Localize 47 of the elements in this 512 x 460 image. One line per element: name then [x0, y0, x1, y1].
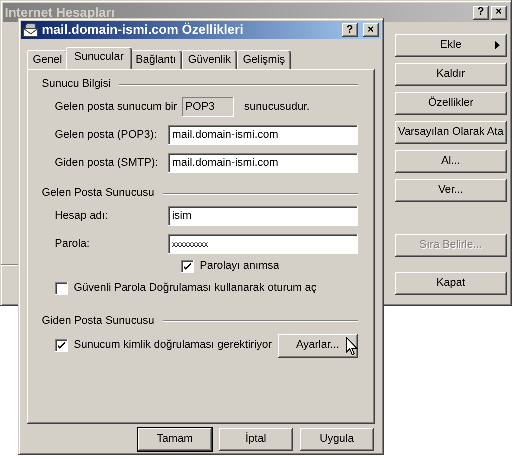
tab[interactable]: Sunucular	[66, 47, 132, 69]
input-field[interactable]: mail.domain-ismi.com	[168, 153, 358, 174]
button[interactable]: Uygula	[300, 428, 374, 451]
button[interactable]: Al...	[395, 150, 507, 173]
field-label: Gelen posta (POP3):	[55, 128, 158, 142]
server-type-field: POP3	[182, 97, 234, 118]
button[interactable]: Tamam	[138, 428, 212, 451]
close-button[interactable]: ×	[363, 23, 379, 37]
tab[interactable]: Gelişmiş	[237, 50, 292, 69]
group-heading: Sunucu Bilgisi	[42, 78, 112, 92]
window-title: Internet Hesapları	[5, 4, 115, 20]
checkbox-label[interactable]: Sunucum kimlik doğrulaması gerektiriyor	[74, 339, 272, 353]
tab[interactable]: Genel	[27, 50, 68, 69]
caret-icon	[495, 41, 500, 50]
password-field[interactable]: xxxxxxxxx	[168, 234, 358, 254]
tab[interactable]: Güvenlik	[182, 50, 238, 69]
field-label: Giden posta (SMTP):	[55, 156, 160, 170]
button[interactable]: Özellikler	[395, 92, 507, 115]
field-label: sunucusudur.	[244, 100, 311, 114]
menu-button[interactable]: Ekle	[395, 34, 507, 57]
checkbox-label[interactable]: Güvenli Parola Doğrulaması kullanarak oturum aç	[74, 282, 317, 295]
input-field[interactable]: isim	[168, 206, 358, 226]
mail-server-icon	[23, 22, 39, 38]
input-field[interactable]: mail.domain-ismi.com	[168, 125, 358, 146]
button[interactable]: İptal	[219, 428, 293, 451]
field-label: Gelen posta sunucum bir	[55, 100, 178, 114]
field-label: Parola:	[55, 238, 91, 251]
group-heading: Giden Posta Sunucusu	[42, 314, 155, 328]
checkbox[interactable]	[55, 339, 68, 352]
tab[interactable]: Bağlantı	[130, 50, 182, 69]
help-button[interactable]: ?	[342, 23, 358, 37]
field-label: Hesap adı:	[55, 210, 110, 223]
close-button[interactable]: Kapat	[395, 272, 507, 295]
window-title: mail.domain-ismi.com Özellikleri	[42, 22, 244, 38]
group-heading: Gelen Posta Sunucusu	[42, 187, 155, 200]
help-button[interactable]: ?	[473, 6, 489, 20]
checkbox[interactable]	[55, 282, 68, 295]
button[interactable]: Varsayılan Olarak Ata	[395, 121, 507, 144]
settings-button[interactable]: Ayarlar...	[278, 334, 358, 358]
cursor-icon	[346, 337, 358, 356]
close-button[interactable]: ×	[491, 6, 507, 20]
checkbox-label[interactable]: Parolayı anımsa	[200, 260, 280, 274]
checkbox[interactable]	[181, 260, 194, 274]
checkmark-icon	[183, 262, 192, 272]
checkmark-icon	[57, 341, 66, 350]
button[interactable]: Ver...	[395, 179, 507, 202]
button[interactable]: Kaldır	[395, 63, 507, 86]
